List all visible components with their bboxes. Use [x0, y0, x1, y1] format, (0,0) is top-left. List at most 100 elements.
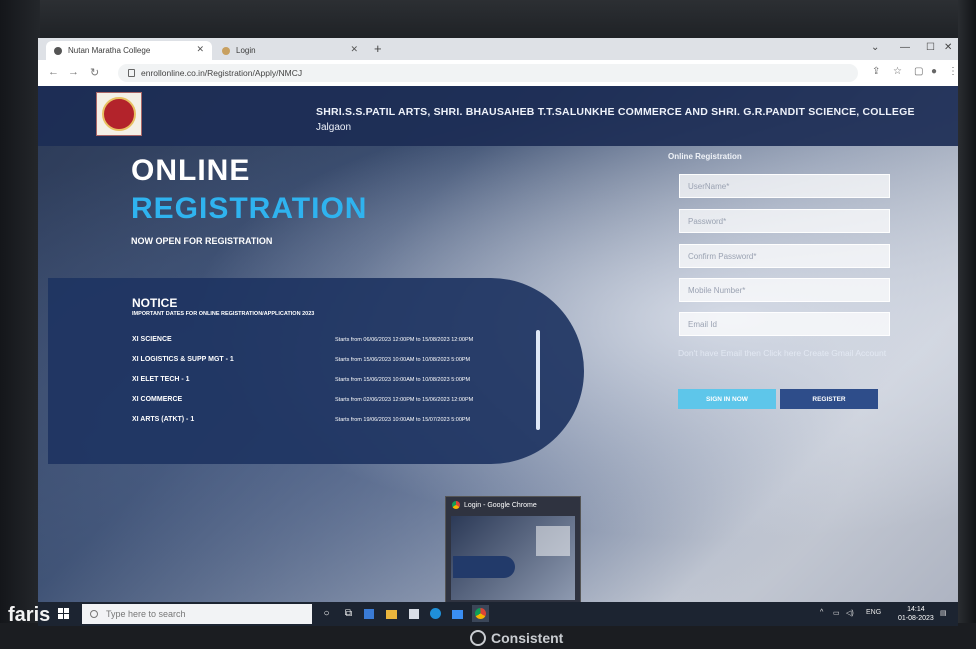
lock-icon — [128, 69, 135, 77]
register-button[interactable]: REGISTER — [780, 389, 878, 409]
course-name: XI LOGISTICS & SUPP MGT - 1 — [132, 356, 234, 363]
chrome-icon — [452, 501, 460, 509]
course-dates: Starts from 06/06/2023 12:00PM to 15/08/… — [335, 337, 474, 343]
form-title: Online Registration — [668, 152, 742, 161]
new-tab-button[interactable]: + — [374, 41, 382, 56]
notice-row: XI LOGISTICS & SUPP MGT - 1 Starts from … — [132, 356, 552, 368]
close-icon[interactable]: ✕ — [350, 44, 358, 55]
college-logo — [96, 92, 142, 136]
address-bar[interactable]: enrollonline.co.in/Registration/Apply/NM… — [118, 64, 858, 82]
taskbar-search-input[interactable]: Type here to search — [82, 604, 312, 624]
chrome-taskbar-button[interactable] — [472, 605, 489, 622]
tab-login[interactable]: Login ✕ — [214, 41, 366, 60]
notice-row: XI COMMERCE Starts from 02/06/2023 12:00… — [132, 396, 552, 408]
notice-row: XI SCIENCE Starts from 06/06/2023 12:00P… — [132, 336, 552, 348]
network-icon[interactable]: ▭ — [833, 609, 840, 617]
course-dates: Starts from 15/06/2023 10:00AM to 10/08/… — [335, 357, 471, 363]
monitor-bezel-right — [958, 0, 976, 649]
browser-tab-bar: Nutan Maratha College ✕ Login ✕ + ⌄ — ☐ … — [38, 38, 958, 60]
taskbar-window-preview[interactable]: Login - Google Chrome — [445, 496, 581, 602]
course-dates: Starts from 15/06/2023 10:00AM to 10/08/… — [335, 377, 471, 383]
tab-nutan-maratha[interactable]: Nutan Maratha College ✕ — [46, 41, 212, 60]
profile-icon[interactable]: ● — [931, 66, 937, 77]
web-page: SHRI.S.S.PATIL ARTS, SHRI. BHAUSAHEB T.T… — [38, 86, 958, 602]
mail-icon[interactable] — [452, 610, 463, 619]
search-icon — [90, 610, 98, 618]
clock-time: 14:14 — [907, 606, 925, 613]
language-indicator[interactable]: ENG — [866, 609, 881, 616]
college-name: SHRI.S.S.PATIL ARTS, SHRI. BHAUSAHEB T.T… — [316, 106, 915, 118]
volume-icon[interactable]: ◁) — [846, 609, 854, 617]
windows-start-icon[interactable] — [58, 608, 69, 619]
password-field[interactable] — [679, 209, 890, 233]
notice-scrollbar[interactable] — [536, 330, 540, 430]
monitor-bezel-left — [0, 0, 40, 649]
email-field[interactable] — [679, 312, 890, 336]
hero-title-line1: ONLINE — [131, 154, 251, 187]
course-dates: Starts from 02/06/2023 12:00PM to 15/06/… — [335, 397, 474, 403]
brand-logo-icon — [470, 630, 486, 646]
monitor-brand-label: Consistent — [491, 630, 564, 646]
college-city: Jalgaon — [316, 122, 352, 133]
taskbar-clock[interactable]: 14:14 01-08-2023 — [898, 605, 934, 623]
reload-icon[interactable]: ↻ — [90, 66, 99, 79]
file-explorer-icon[interactable] — [386, 610, 397, 619]
calendar-app-icon[interactable] — [364, 609, 374, 619]
tray-chevron-icon[interactable]: ^ — [820, 609, 823, 616]
hero-subtitle: NOW OPEN FOR REGISTRATION — [131, 236, 273, 246]
bookmark-star-icon[interactable]: ☆ — [893, 66, 902, 77]
sign-in-button[interactable]: SIGN IN NOW — [678, 389, 776, 409]
menu-kebab-icon[interactable]: ⋮ — [948, 66, 958, 77]
username-field[interactable] — [679, 174, 890, 198]
college-seal-icon — [102, 97, 136, 131]
create-gmail-link[interactable]: Don't have Email then Click here Create … — [678, 347, 893, 359]
notice-subtitle: IMPORTANT DATES FOR ONLINE REGISTRATION/… — [132, 311, 315, 317]
hero-title-line2: REGISTRATION — [131, 192, 368, 225]
notice-title: NOTICE — [132, 296, 178, 310]
store-icon[interactable] — [409, 609, 419, 619]
clock-date: 01-08-2023 — [898, 615, 934, 622]
site-favicon-icon — [54, 46, 62, 55]
url-text: enrollonline.co.in/Registration/Apply/NM… — [141, 68, 303, 78]
side-panel-icon[interactable]: ▢ — [914, 66, 923, 77]
preview-page — [451, 516, 575, 600]
preview-notice-shape — [453, 556, 515, 578]
browser-toolbar: ← → ↻ enrollonline.co.in/Registration/Ap… — [38, 60, 958, 87]
preview-form-shape — [536, 526, 570, 556]
forward-arrow-icon[interactable]: → — [68, 66, 79, 78]
preview-title-text: Login - Google Chrome — [464, 501, 537, 509]
share-icon[interactable]: ⇪ — [872, 66, 880, 77]
cortana-icon[interactable]: ○ — [320, 607, 333, 620]
windows-taskbar: Type here to search ○ ⧉ ^ ▭ ◁) ENG 14:14… — [38, 602, 958, 626]
course-name: XI SCIENCE — [132, 336, 172, 343]
course-dates: Starts from 19/06/2023 10:00AM to 15/07/… — [335, 417, 471, 423]
course-name: XI ELET TECH - 1 — [132, 376, 190, 383]
close-icon[interactable]: ✕ — [196, 44, 204, 55]
course-name: XI COMMERCE — [132, 396, 183, 403]
notice-row: XI ELET TECH - 1 Starts from 15/06/2023 … — [132, 376, 552, 388]
mobile-number-field[interactable] — [679, 278, 890, 302]
maximize-button[interactable]: ☐ — [926, 42, 935, 53]
task-view-icon[interactable]: ⧉ — [342, 607, 355, 620]
minimize-button[interactable]: — — [900, 42, 910, 53]
preview-title: Login - Google Chrome — [452, 501, 537, 509]
search-placeholder: Type here to search — [106, 609, 186, 619]
monitor-bezel-top — [0, 0, 976, 38]
confirm-password-field[interactable] — [679, 244, 890, 268]
edge-icon[interactable] — [430, 608, 441, 619]
course-name: XI ARTS (ATKT) - 1 — [132, 416, 195, 423]
site-favicon-icon — [222, 46, 230, 55]
tab-label: Nutan Maratha College — [68, 46, 151, 55]
chevron-down-icon[interactable]: ⌄ — [871, 42, 879, 53]
monitor-brand: Consistent — [470, 630, 563, 646]
notice-panel: NOTICE IMPORTANT DATES FOR ONLINE REGIST… — [48, 278, 584, 464]
notification-icon[interactable]: ▤ — [940, 609, 947, 617]
back-arrow-icon[interactable]: ← — [48, 66, 59, 78]
notice-row: XI ARTS (ATKT) - 1 Starts from 19/06/202… — [132, 416, 552, 428]
screen: Nutan Maratha College ✕ Login ✕ + ⌄ — ☐ … — [38, 38, 958, 626]
tab-label: Login — [236, 46, 256, 55]
monitor-bezel-bottom: Consistent — [0, 623, 976, 649]
site-header: SHRI.S.S.PATIL ARTS, SHRI. BHAUSAHEB T.T… — [38, 86, 958, 146]
chrome-icon — [475, 608, 486, 619]
close-window-button[interactable]: ✕ — [944, 42, 952, 53]
